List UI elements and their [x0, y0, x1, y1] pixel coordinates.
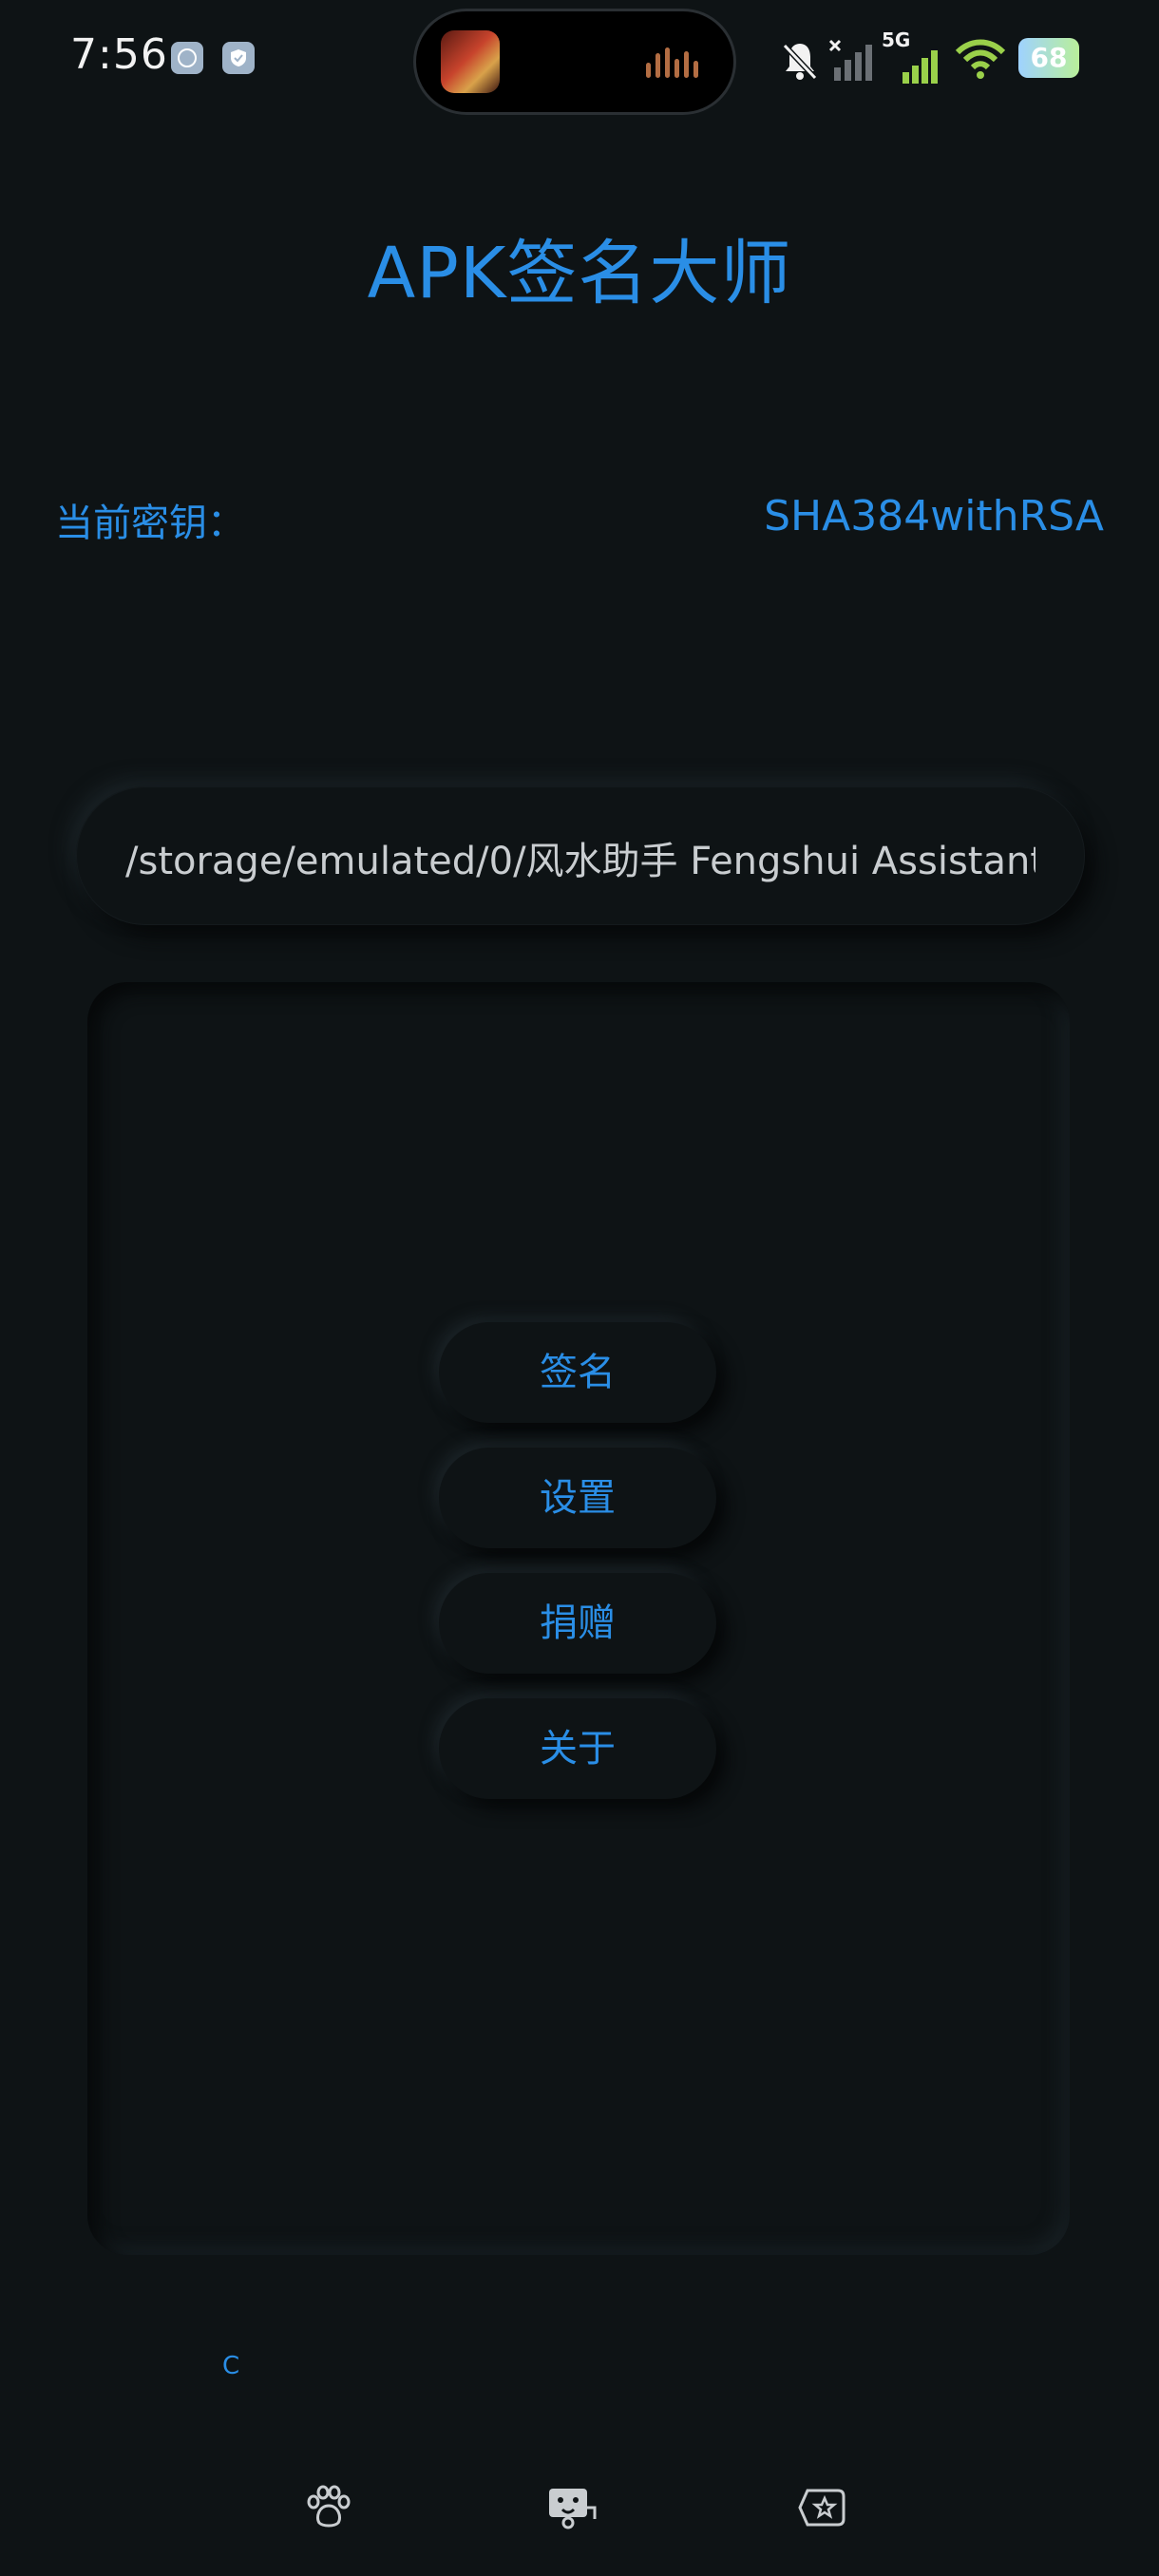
status-bar: 7:56 5G 68 [0, 0, 1159, 114]
footer-text-snippet: C [222, 2352, 240, 2380]
star-icon[interactable] [798, 2483, 847, 2532]
sign-button[interactable]: 签名 [439, 1322, 716, 1423]
battery-indicator: 68 [1018, 38, 1079, 78]
current-key-value[interactable]: SHA384withRSA [764, 492, 1104, 540]
current-key-label: 当前密钥： [55, 502, 245, 545]
compass-notification-icon [171, 42, 203, 74]
signal-strength-5g-icon [902, 50, 938, 84]
donate-button[interactable]: 捐赠 [439, 1573, 716, 1674]
settings-button[interactable]: 设置 [439, 1448, 716, 1548]
shield-notification-icon [222, 42, 255, 74]
status-time: 7:56 [70, 30, 168, 79]
apk-path-value[interactable]: /storage/emulated/0/风水助手 Fengshui Assist… [125, 830, 1036, 885]
audio-wave-icon [646, 47, 701, 78]
media-app-thumbnail[interactable] [441, 30, 500, 93]
dynamic-island[interactable] [416, 11, 733, 112]
bell-muted-icon [782, 43, 818, 81]
app-title: APK签名大师 [367, 233, 792, 314]
apk-path-field[interactable]: /storage/emulated/0/风水助手 Fengshui Assist… [76, 786, 1085, 925]
wifi-icon [955, 39, 1006, 79]
paw-icon[interactable] [304, 2483, 353, 2532]
dog-icon[interactable] [547, 2483, 597, 2532]
signal-strength-icon [828, 39, 872, 81]
about-button[interactable]: 关于 [439, 1698, 716, 1799]
